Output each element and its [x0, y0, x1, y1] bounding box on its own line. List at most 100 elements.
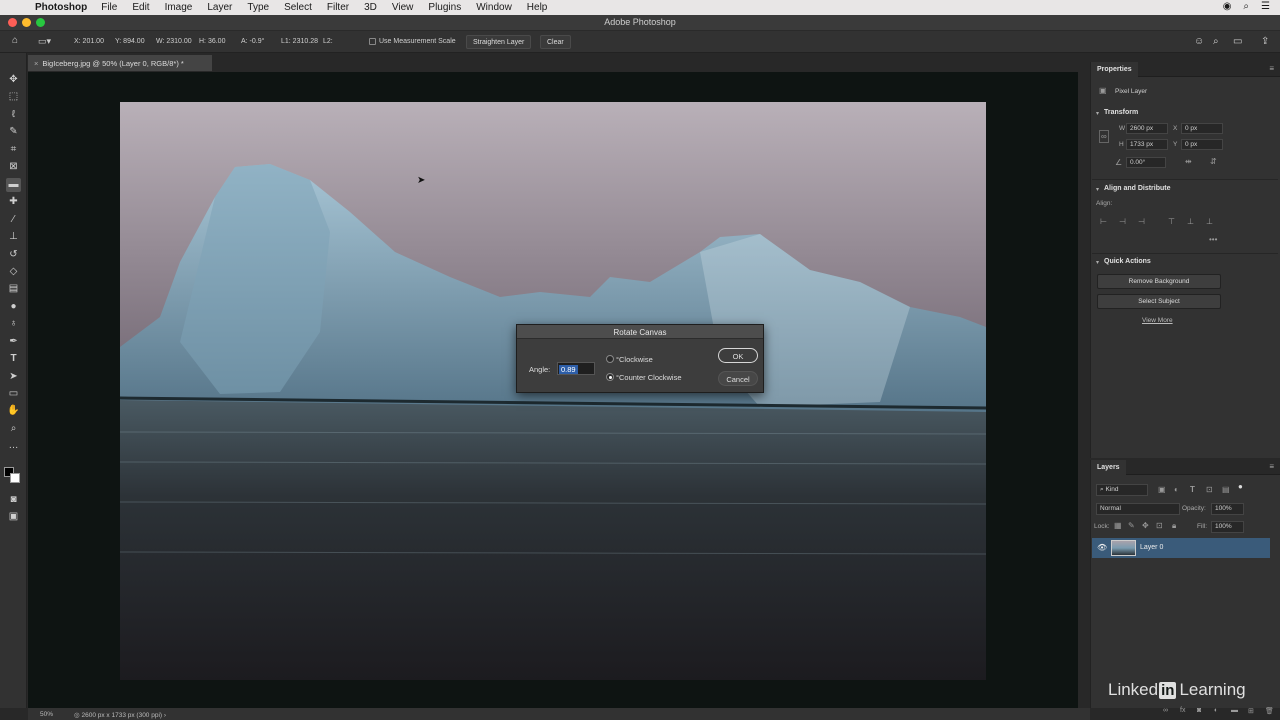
brush-tool-icon[interactable]: ⁄: [6, 213, 21, 227]
crop-tool-icon[interactable]: ⌗: [6, 143, 21, 157]
type-tool-icon[interactable]: T: [6, 352, 21, 366]
panel-menu-icon[interactable]: ≡: [1269, 64, 1274, 73]
clear-button[interactable]: Clear: [540, 35, 571, 49]
angle-input[interactable]: 0.89: [557, 362, 595, 375]
spotlight-icon[interactable]: ⌕: [1243, 1, 1249, 12]
layers-menu-icon[interactable]: ≡: [1269, 462, 1274, 471]
marquee-tool-icon[interactable]: ⬚: [6, 90, 21, 104]
menu-plugins[interactable]: Plugins: [428, 2, 461, 13]
lock-transparent-icon[interactable]: ▦: [1114, 521, 1122, 530]
angle-field[interactable]: 0.00°: [1126, 157, 1166, 168]
ruler-tool-preset-icon[interactable]: ▭▾: [38, 36, 51, 47]
zoom-level[interactable]: 50%: [40, 711, 53, 718]
screen-mode-icon[interactable]: ▣: [6, 510, 21, 524]
align-right-icon[interactable]: ⊣: [1138, 217, 1145, 226]
adjustment-layer-icon[interactable]: ◐: [1214, 707, 1218, 714]
quick-actions-caret-icon[interactable]: ▾: [1096, 259, 1099, 266]
blur-tool-icon[interactable]: ●: [6, 300, 21, 314]
eraser-tool-icon[interactable]: ◇: [6, 265, 21, 279]
menu-layer[interactable]: Layer: [207, 2, 232, 13]
menu-help[interactable]: Help: [527, 2, 548, 13]
hand-tool-icon[interactable]: ✋: [6, 404, 21, 418]
menu-3d[interactable]: 3D: [364, 2, 377, 13]
y-field[interactable]: 0 px: [1181, 139, 1223, 150]
background-color-swatch[interactable]: [10, 473, 20, 483]
home-icon[interactable]: ⌂: [12, 35, 18, 46]
close-tab-icon[interactable]: ×: [34, 59, 38, 68]
cancel-button[interactable]: Cancel: [718, 371, 758, 386]
ok-button[interactable]: OK: [718, 348, 758, 363]
creative-cloud-icon[interactable]: ◉: [1223, 1, 1232, 12]
counter-clockwise-radio[interactable]: [606, 373, 614, 381]
filter-shape-icon[interactable]: ⊡: [1206, 485, 1213, 494]
filter-smart-object-icon[interactable]: ▤: [1222, 485, 1230, 494]
filter-kind-select[interactable]: ⌕ Kind: [1096, 484, 1148, 496]
menu-filter[interactable]: Filter: [327, 2, 349, 13]
history-brush-icon[interactable]: ↺: [6, 248, 21, 262]
quick-actions-title[interactable]: Quick Actions: [1104, 258, 1151, 265]
document-tab[interactable]: × BigIceberg.jpg @ 50% (Layer 0, RGB/8*) …: [28, 55, 212, 71]
group-icon[interactable]: ▬: [1231, 707, 1238, 714]
opacity-field[interactable]: 100%: [1211, 503, 1244, 515]
align-top-icon[interactable]: ⊤: [1168, 217, 1175, 226]
link-layers-icon[interactable]: ∞: [1163, 707, 1168, 714]
align-left-icon[interactable]: ⊢: [1100, 217, 1107, 226]
healing-brush-icon[interactable]: ✚: [6, 195, 21, 209]
filter-adjustment-icon[interactable]: ◐: [1174, 485, 1179, 494]
filter-toggle-icon[interactable]: ●: [1238, 482, 1243, 491]
menu-edit[interactable]: Edit: [132, 2, 149, 13]
align-bottom-icon[interactable]: ⊥: [1206, 217, 1213, 226]
trash-icon[interactable]: 🗑︎: [1265, 707, 1274, 715]
align-caret-icon[interactable]: ▾: [1096, 186, 1099, 193]
rectangle-tool-icon[interactable]: ▭: [6, 387, 21, 401]
align-section-title[interactable]: Align and Distribute: [1104, 185, 1171, 192]
pen-tool-icon[interactable]: ✒: [6, 335, 21, 349]
align-middle-icon[interactable]: ⊥: [1187, 217, 1194, 226]
dodge-tool-icon[interactable]: ♁: [6, 317, 21, 331]
lock-position-icon[interactable]: ✥: [1142, 521, 1149, 530]
clone-stamp-icon[interactable]: ⊥: [6, 230, 21, 244]
menu-select[interactable]: Select: [284, 2, 312, 13]
view-more-link[interactable]: View More: [1142, 317, 1173, 324]
search-icon[interactable]: ⌕: [1213, 36, 1219, 47]
menu-window[interactable]: Window: [476, 2, 512, 13]
quick-select-tool-icon[interactable]: ✎: [6, 125, 21, 139]
add-mask-icon[interactable]: ◙: [1197, 707, 1201, 714]
menu-file[interactable]: File: [101, 2, 117, 13]
select-subject-button[interactable]: Select Subject: [1097, 294, 1221, 309]
document-info[interactable]: ◎ 2600 px x 1733 px (300 ppi) ›: [74, 711, 166, 719]
clockwise-radio[interactable]: [606, 355, 614, 363]
more-options-icon[interactable]: •••: [1209, 235, 1217, 244]
clockwise-label[interactable]: °Clockwise: [616, 355, 653, 364]
ruler-tool-icon[interactable]: ▬: [6, 178, 21, 192]
gradient-tool-icon[interactable]: ▤: [6, 282, 21, 296]
workspace-icon[interactable]: ▭: [1233, 36, 1242, 47]
more-tools-icon[interactable]: …: [6, 439, 21, 453]
move-tool-icon[interactable]: ✥: [6, 73, 21, 87]
menu-app-name[interactable]: Photoshop: [35, 2, 87, 13]
transform-caret-icon[interactable]: ▾: [1096, 110, 1099, 117]
menu-view[interactable]: View: [392, 2, 414, 13]
layer-row[interactable]: 👁︎ Layer 0: [1092, 538, 1270, 558]
straighten-layer-button[interactable]: Straighten Layer: [466, 35, 532, 49]
link-dimensions-icon[interactable]: ∞: [1099, 130, 1109, 143]
x-field[interactable]: 0 px: [1181, 123, 1223, 134]
zoom-tool-icon[interactable]: ⌕: [6, 422, 21, 436]
flip-horizontal-icon[interactable]: ⇹: [1185, 157, 1192, 166]
height-field[interactable]: 1733 px: [1126, 139, 1168, 150]
share-doc-icon[interactable]: ⇪: [1261, 36, 1269, 47]
filter-pixel-icon[interactable]: ▣: [1158, 485, 1166, 494]
share-icon[interactable]: ☺: [1194, 36, 1204, 47]
layer-name[interactable]: Layer 0: [1140, 544, 1163, 551]
quick-mask-icon[interactable]: ◙: [6, 493, 21, 507]
menu-type[interactable]: Type: [247, 2, 269, 13]
eye-icon[interactable]: 👁︎: [1097, 543, 1107, 552]
control-center-icon[interactable]: ☰: [1261, 1, 1270, 12]
menu-image[interactable]: Image: [165, 2, 193, 13]
properties-tab[interactable]: Properties: [1091, 62, 1138, 77]
transform-section-title[interactable]: Transform: [1104, 109, 1138, 116]
new-layer-icon[interactable]: ⊞: [1248, 707, 1254, 715]
align-center-h-icon[interactable]: ⊣: [1119, 217, 1126, 226]
lasso-tool-icon[interactable]: ℓ: [6, 108, 21, 122]
path-select-icon[interactable]: ➤: [6, 370, 21, 384]
